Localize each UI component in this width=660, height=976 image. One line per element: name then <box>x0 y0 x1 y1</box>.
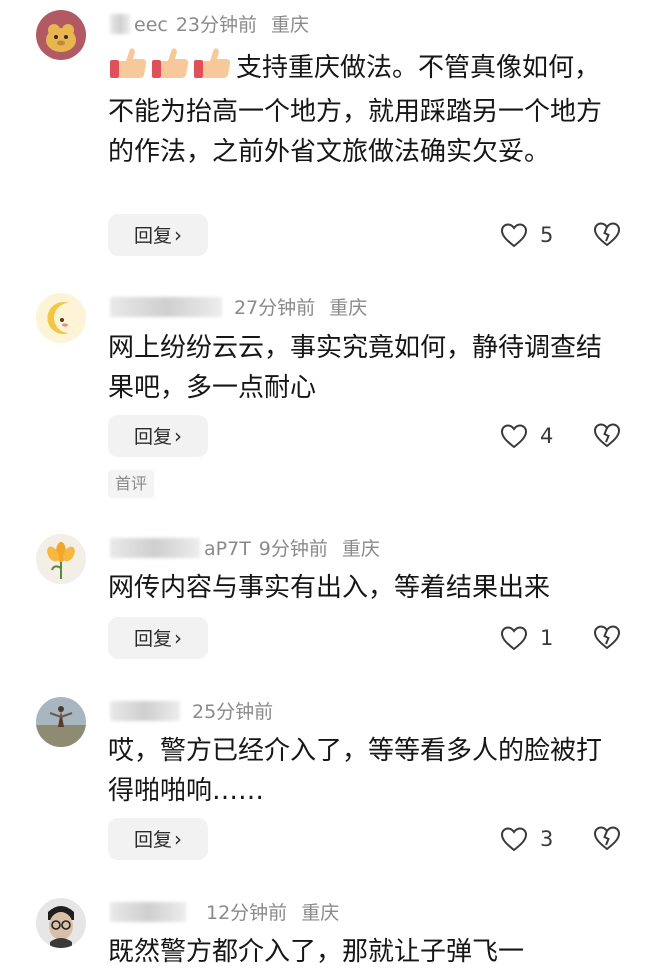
comment-text: 网传内容与事实有出入，等着结果出来 <box>108 573 551 603</box>
like-count: 5 <box>540 223 554 247</box>
comment-time: 9分钟前 <box>258 538 328 560</box>
reply-label: 回复 <box>133 426 172 448</box>
username-redacted <box>110 538 200 558</box>
like-button[interactable]: 5 <box>500 220 560 250</box>
like-count: 1 <box>540 626 554 650</box>
avatar[interactable] <box>36 293 86 343</box>
comment-location: 重庆 <box>341 538 380 560</box>
heart-icon <box>500 223 528 248</box>
comment-text: 既然警方都介入了，那就让子弹飞一 <box>108 937 525 967</box>
comment-text: 网上纷纷云云，事实究竟如何，静待调查结果吧，多一点耐心 <box>108 333 603 403</box>
comment-location: 重庆 <box>329 297 368 319</box>
comment-location: 重庆 <box>301 902 340 924</box>
reply-button[interactable]: 回复 › <box>108 415 208 457</box>
reply-button[interactable]: 回复 › <box>108 617 208 659</box>
username-redacted[interactable] <box>110 902 186 922</box>
avatar[interactable] <box>36 697 86 747</box>
like-count: 3 <box>540 827 554 851</box>
chevron-right-icon: › <box>174 424 182 448</box>
like-count: 4 <box>540 424 554 448</box>
dislike-button[interactable] <box>593 422 621 450</box>
avatar[interactable] <box>36 10 86 60</box>
username[interactable]: eec <box>134 14 168 36</box>
avatar[interactable] <box>36 898 86 948</box>
comment-time: 25分钟前 <box>192 701 274 723</box>
chevron-right-icon: › <box>174 827 182 851</box>
thumbs-up-emoji-icon <box>108 46 232 92</box>
broken-heart-icon <box>593 423 621 448</box>
comment-body: 支持重庆做法。不管真像如何，不能为抬高一个地方，就用踩踏另一个地方的作法，之前外… <box>108 46 608 172</box>
dislike-button[interactable] <box>593 825 621 853</box>
comment-meta: aP7T 9分钟前 重庆 <box>110 536 380 562</box>
comment-location: 重庆 <box>271 14 310 36</box>
broken-heart-icon <box>593 625 621 650</box>
comment-time: 12分钟前 <box>206 902 288 924</box>
like-button[interactable]: 3 <box>500 824 560 854</box>
comment-body: 网传内容与事实有出入，等着结果出来 <box>108 568 608 608</box>
dislike-button[interactable] <box>593 221 621 249</box>
avatar[interactable] <box>36 534 86 584</box>
like-button[interactable]: 4 <box>500 421 560 451</box>
comment-meta: eec 23分钟前 重庆 <box>110 12 309 38</box>
broken-heart-icon <box>593 826 621 851</box>
heart-icon <box>500 827 528 852</box>
first-comment-tag: 首评 <box>108 470 155 498</box>
reply-button[interactable]: 回复 › <box>108 214 208 256</box>
chevron-right-icon: › <box>174 626 182 650</box>
reply-button[interactable]: 回复 › <box>108 818 208 860</box>
broken-heart-icon <box>593 222 621 247</box>
comment-meta: 25分钟前 <box>110 699 273 725</box>
reply-label: 回复 <box>133 628 172 650</box>
comment-body: 既然警方都介入了，那就让子弹飞一 <box>108 932 608 972</box>
username-redacted[interactable] <box>110 701 180 721</box>
comment-time: 23分钟前 <box>175 14 258 36</box>
like-button[interactable]: 1 <box>500 623 560 653</box>
reply-label: 回复 <box>133 829 172 851</box>
comment-body: 哎，警方已经介入了，等等看多人的脸被打得啪啪响…… <box>108 731 608 811</box>
comment-meta: 12分钟前 重庆 <box>110 900 339 926</box>
comment-meta: 27分钟前 重庆 <box>110 295 367 321</box>
username-redacted <box>110 14 130 34</box>
heart-icon <box>500 424 528 449</box>
comment-time: 27分钟前 <box>234 297 316 319</box>
username[interactable]: aP7T <box>204 538 251 560</box>
username-redacted[interactable] <box>110 297 222 317</box>
comment-text: 哎，警方已经介入了，等等看多人的脸被打得啪啪响…… <box>108 736 603 806</box>
chevron-right-icon: › <box>174 223 182 247</box>
heart-icon <box>500 626 528 651</box>
dislike-button[interactable] <box>593 624 621 652</box>
comment-body: 网上纷纷云云，事实究竟如何，静待调查结果吧，多一点耐心 <box>108 328 608 408</box>
reply-label: 回复 <box>133 225 172 247</box>
